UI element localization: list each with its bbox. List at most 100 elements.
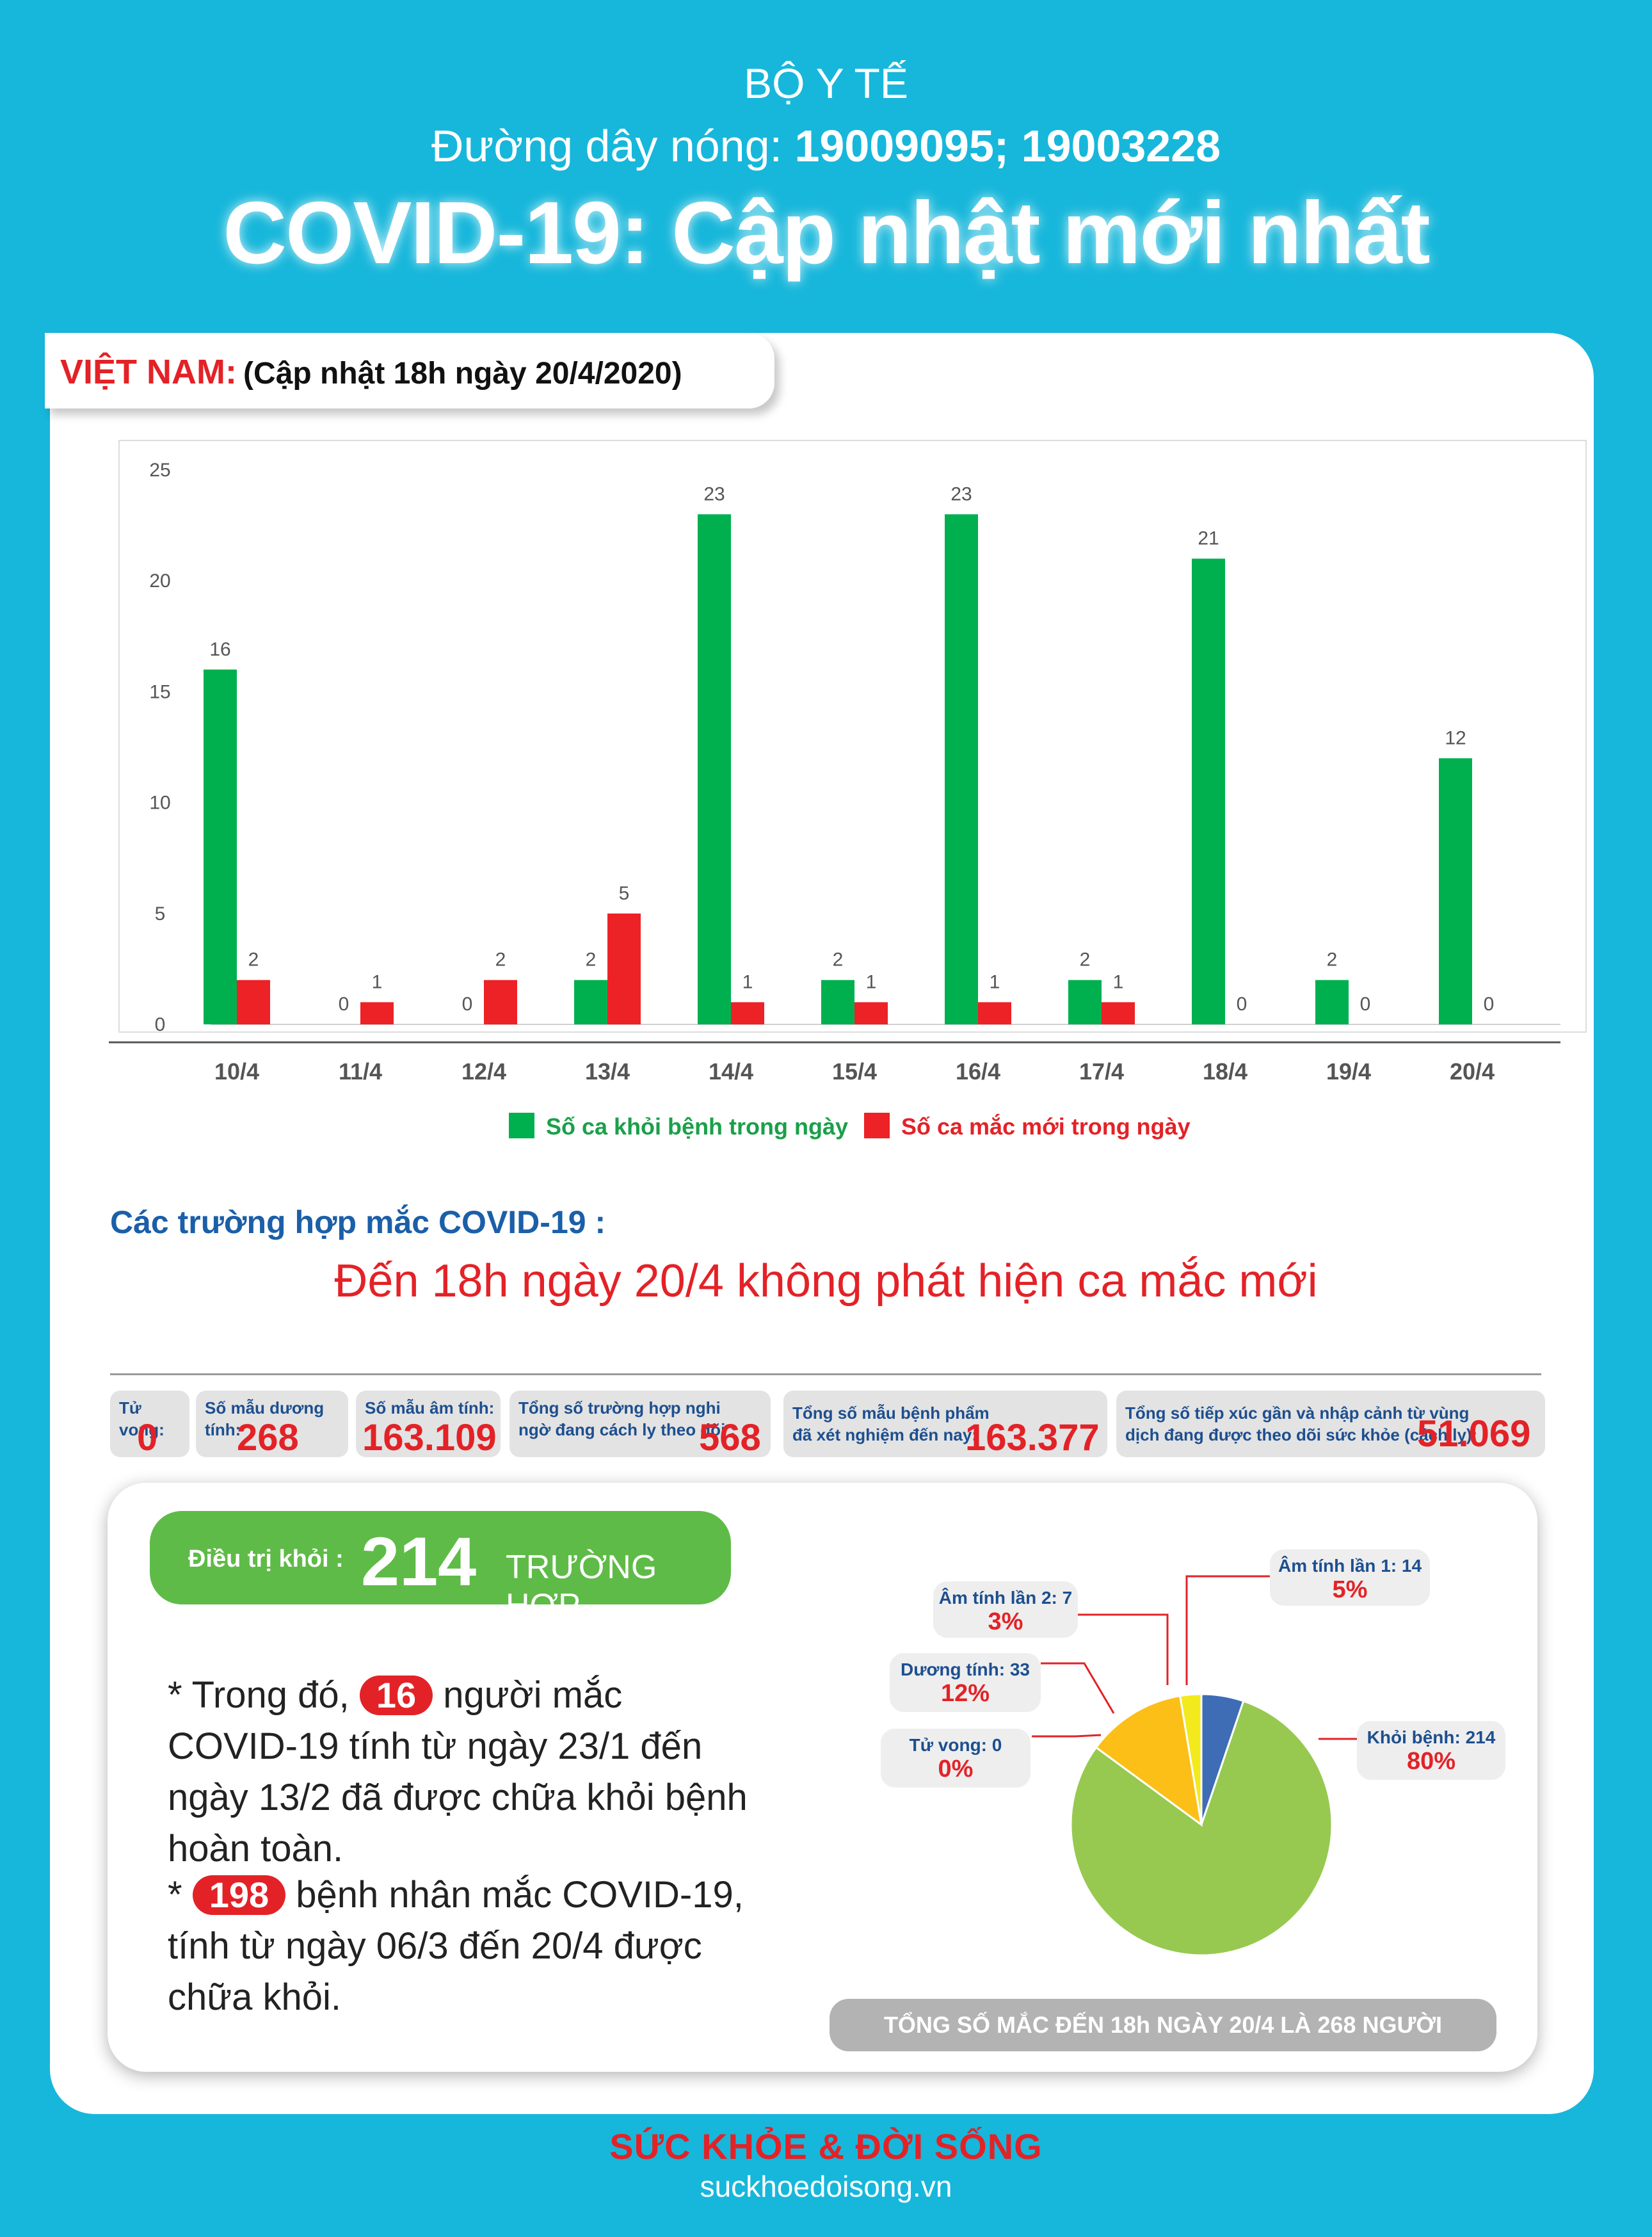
bar-recovered: [1315, 980, 1349, 1024]
x-tick-label: 11/4: [339, 1058, 382, 1085]
data-label: 5: [619, 883, 630, 904]
data-label: 23: [950, 483, 972, 505]
data-label: 2: [1327, 949, 1338, 971]
x-tick-label: 10/4: [214, 1058, 259, 1085]
chart-plot-area: [118, 440, 1587, 1033]
cases-message: Đến 18h ngày 20/4 không phát hiện ca mắc…: [334, 1256, 1318, 1307]
note-1-number: 16: [359, 1676, 433, 1715]
recovery-note-2: * 198 bệnh nhân mắc COVID-19, tính từ ng…: [168, 1870, 757, 2023]
pie-label-recovered-percent: 80%: [1406, 1748, 1456, 1775]
x-tick-label: 12/4: [461, 1058, 506, 1085]
data-label: 0: [1484, 994, 1495, 1015]
y-tick-label: 5: [155, 903, 166, 925]
total-cases: TỔNG SỐ MẮC ĐẾN 18h NGÀY 20/4 LÀ 268 NGƯ…: [830, 1999, 1496, 2051]
x-tick-label: 13/4: [585, 1058, 630, 1085]
legend-label-recovered: Số ca khỏi bệnh trong ngày: [546, 1113, 848, 1140]
data-label: 0: [462, 994, 473, 1015]
bar-recovered: [821, 980, 854, 1024]
data-label: 2: [586, 949, 597, 971]
pie-label-negative-2-percent: 3%: [988, 1608, 1023, 1635]
pie-label-deaths-percent: 0%: [938, 1756, 974, 1782]
note-1-prefix: * Trong đó,: [168, 1674, 360, 1716]
note-2-number: 198: [192, 1875, 286, 1915]
stat-deaths: Tử vong: 0: [110, 1391, 189, 1458]
divider: [110, 1373, 1541, 1375]
legend-label-new-cases: Số ca mắc mới trong ngày: [901, 1113, 1191, 1140]
stat-suspected: Tổng số trường hợp nghi ngờ đang cách ly …: [509, 1391, 771, 1458]
pie-label-negative-1-text: Âm tính lần 1: 14: [1278, 1556, 1422, 1576]
pie-label-negative-2: Âm tính lần 2: 7 3%: [933, 1581, 1078, 1638]
stat-negative-value: 163.109: [362, 1417, 497, 1458]
x-tick-label: 17/4: [1079, 1058, 1124, 1085]
stat-tested-label-2: đã xét nghiệm đến nay:: [792, 1425, 977, 1444]
data-label: 0: [339, 994, 349, 1015]
bar-new-cases: [1102, 1002, 1135, 1024]
stat-tested: Tổng số mẫu bệnh phẩm đã xét nghiệm đến n…: [783, 1391, 1107, 1458]
y-tick-label: 0: [155, 1014, 166, 1035]
bar-new-cases: [237, 980, 270, 1024]
bar-new-cases: [607, 913, 641, 1024]
data-label: 2: [833, 949, 844, 971]
y-tick-label: 25: [149, 460, 170, 481]
leader-negative-1: [1185, 1575, 1270, 1685]
recovered-count: 214: [361, 1522, 477, 1600]
pie-label-deaths-text: Tử vong: 0: [909, 1735, 1002, 1755]
data-label: 2: [1080, 949, 1091, 971]
x-tick-label: 19/4: [1326, 1058, 1371, 1085]
stat-contacts-value: 51.069: [1417, 1413, 1531, 1455]
bar-new-cases: [854, 1002, 888, 1024]
recovered-banner: Điều trị khỏi : 214 TRƯỜNG HỢP: [150, 1511, 731, 1624]
data-label: 0: [1360, 994, 1371, 1015]
legend-swatch-recovered: [509, 1113, 534, 1138]
bar-new-cases: [978, 1002, 1011, 1024]
leader-positive: [1041, 1662, 1115, 1714]
data-label: 2: [495, 949, 506, 971]
stat-deaths-value: 0: [137, 1417, 158, 1458]
pie-label-positive-percent: 12%: [940, 1680, 990, 1707]
data-label: 1: [372, 971, 383, 992]
stat-contacts: Tổng số tiếp xúc gần và nhập cảnh từ vùn…: [1116, 1391, 1545, 1457]
legend-swatch-new-cases: [864, 1113, 890, 1138]
bar-recovered: [698, 514, 731, 1024]
data-label: 1: [866, 971, 877, 992]
data-label: 1: [990, 971, 1000, 992]
stat-suspected-value: 568: [699, 1417, 761, 1458]
data-label: 0: [1237, 994, 1247, 1015]
x-tick-label: 20/4: [1450, 1058, 1495, 1085]
x-tick-label: 15/4: [832, 1058, 877, 1085]
data-label: 1: [1113, 971, 1124, 992]
pie-label-negative-1: Âm tính lần 1: 14 5%: [1270, 1549, 1430, 1606]
pie-label-negative-2-text: Âm tính lần 2: 7: [938, 1588, 1073, 1608]
x-tick-label: 14/4: [709, 1058, 753, 1085]
bar-new-cases: [484, 980, 517, 1024]
stat-tested-value: 163.377: [965, 1417, 1100, 1458]
stat-positive: Số mẫu dương tính: 268: [196, 1391, 348, 1458]
pie-label-positive-text: Dương tính: 33: [901, 1660, 1030, 1679]
brand-logo: SỨC KHỎE & ĐỜI SỐNG: [609, 2126, 1043, 2167]
bar-recovered: [1439, 758, 1472, 1024]
x-tick-label: 18/4: [1203, 1058, 1247, 1085]
bar-chart: 051015202516210/40111/40212/42513/423114…: [109, 440, 1587, 1140]
data-label: 12: [1445, 727, 1466, 748]
y-tick-label: 20: [149, 570, 170, 592]
data-label: 23: [703, 483, 725, 505]
bar-recovered: [574, 980, 607, 1024]
stat-tested-label: Tổng số mẫu bệnh phẩm đã xét nghiệm đến n…: [792, 1402, 990, 1446]
x-tick-label: 16/4: [956, 1058, 1000, 1085]
recovered-label: Điều trị khỏi :: [188, 1546, 344, 1572]
pie-label-recovered: Khỏi bệnh: 214 80%: [1357, 1721, 1505, 1780]
pie-label-positive: Dương tính: 33 12%: [890, 1653, 1041, 1712]
bar-recovered: [945, 514, 978, 1024]
y-tick-label: 15: [149, 681, 170, 702]
leader-deaths: [1032, 1734, 1102, 1738]
bar-new-cases: [731, 1002, 764, 1024]
y-tick-label: 10: [149, 793, 170, 814]
stat-suspected-label-1: Tổng số trường hợp nghi: [518, 1398, 721, 1417]
bar-new-cases: [360, 1002, 394, 1024]
data-label: 16: [209, 639, 230, 660]
data-label: 2: [248, 949, 259, 971]
stat-tested-label-1: Tổng số mẫu bệnh phẩm: [792, 1403, 990, 1423]
bar-recovered: [204, 669, 237, 1024]
pie-label-recovered-text: Khỏi bệnh: 214: [1367, 1727, 1496, 1747]
pie-label-deaths: Tử vong: 0 0%: [881, 1729, 1030, 1788]
